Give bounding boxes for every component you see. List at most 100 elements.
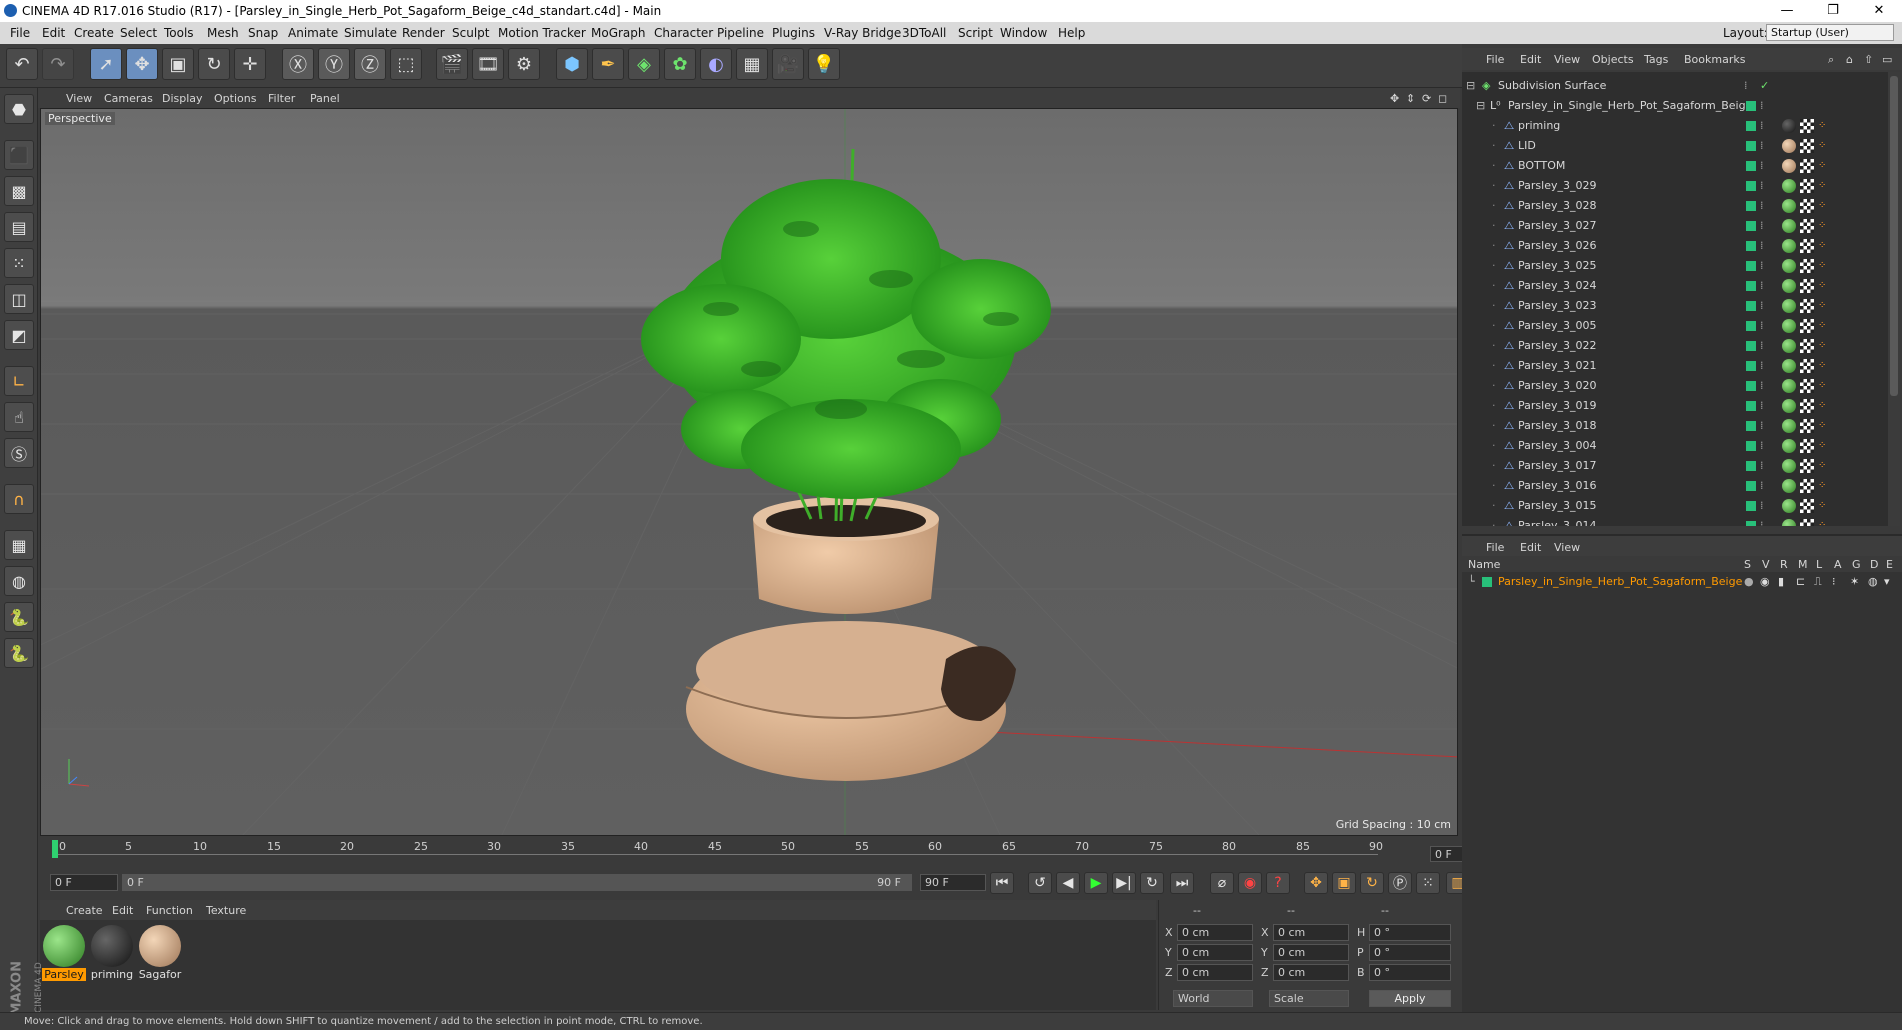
phong-tag-icon[interactable]: ⁘: [1818, 240, 1832, 252]
scrollbar-thumb[interactable]: [1890, 76, 1898, 396]
material-swatch[interactable]: Parsley: [42, 924, 86, 982]
object-row[interactable]: · ⧍ Parsley_3_021 ⁞ ⁘: [1462, 356, 1890, 376]
layer-color-swatch[interactable]: [1746, 421, 1756, 431]
visibility-icon[interactable]: ⁞: [1760, 239, 1764, 252]
key-parameter-icon[interactable]: Ⓟ: [1388, 872, 1412, 894]
menu-3dtoall[interactable]: 3DToAll: [902, 26, 946, 40]
layer-color-swatch[interactable]: [1746, 221, 1756, 231]
key-rotation-icon[interactable]: ↻: [1360, 872, 1384, 894]
object-row[interactable]: · ⧍ Parsley_3_026 ⁞ ⁘: [1462, 236, 1890, 256]
uvw-tag-icon[interactable]: [1800, 519, 1814, 526]
rotate-tool-icon[interactable]: ↻: [198, 48, 230, 80]
position-x-field[interactable]: 0 cm: [1177, 924, 1253, 941]
object-row[interactable]: · ⧍ Parsley_3_025 ⁞ ⁘: [1462, 256, 1890, 276]
layer-row[interactable]: └ Parsley_in_Single_Herb_Pot_Sagaform_Be…: [1462, 572, 1890, 592]
material-menu-texture[interactable]: Texture: [206, 904, 246, 917]
menu-file[interactable]: File: [10, 26, 30, 40]
object-row[interactable]: · ⧍ Parsley_3_027 ⁞ ⁘: [1462, 216, 1890, 236]
material-tag-icon[interactable]: [1782, 159, 1796, 173]
render-picture-viewer-icon[interactable]: 🎞: [472, 48, 504, 80]
snap-icon[interactable]: Ⓢ: [4, 438, 34, 468]
uvw-tag-icon[interactable]: [1800, 299, 1814, 313]
viewport-zoom-icon[interactable]: ⇕: [1406, 92, 1415, 105]
visibility-icon[interactable]: ⁞: [1760, 319, 1764, 332]
material-tag-icon[interactable]: [1782, 479, 1796, 493]
attribute-menu-edit[interactable]: Edit: [1520, 541, 1541, 554]
undo-icon[interactable]: ↶: [6, 48, 38, 80]
visibility-icon[interactable]: ⁞: [1760, 339, 1764, 352]
visibility-icon[interactable]: ⁞: [1760, 219, 1764, 232]
layer-generator-icon[interactable]: ✶: [1850, 575, 1859, 588]
uvw-tag-icon[interactable]: [1800, 479, 1814, 493]
menu-pipeline[interactable]: Pipeline: [717, 26, 764, 40]
visibility-icon[interactable]: ⁞: [1744, 79, 1748, 92]
menu-script[interactable]: Script: [958, 26, 993, 40]
layer-color-swatch[interactable]: [1746, 321, 1756, 331]
layout-select[interactable]: Startup (User): [1766, 24, 1894, 41]
material-swatch[interactable]: priming: [90, 924, 134, 982]
layer-solo-icon[interactable]: ●: [1744, 575, 1754, 588]
viewport-menu-view[interactable]: View: [66, 92, 92, 105]
uvw-tag-icon[interactable]: [1800, 419, 1814, 433]
subdivision-surface-icon[interactable]: ◈: [628, 48, 660, 80]
tweak-mode-icon[interactable]: ☝: [4, 402, 34, 432]
phong-tag-icon[interactable]: ⁘: [1818, 180, 1832, 192]
phong-tag-icon[interactable]: ⁘: [1818, 260, 1832, 272]
material-swatch[interactable]: Sagafor: [138, 924, 182, 982]
key-scale-icon[interactable]: ▣: [1332, 872, 1356, 894]
phong-tag-icon[interactable]: ⁘: [1818, 300, 1832, 312]
object-row[interactable]: · ⧍ priming ⁞ ⁘: [1462, 116, 1890, 136]
material-tag-icon[interactable]: [1782, 239, 1796, 253]
material-tag-icon[interactable]: [1782, 379, 1796, 393]
uvw-tag-icon[interactable]: [1800, 339, 1814, 353]
record-keys-icon[interactable]: ⌀: [1210, 872, 1234, 894]
object-row-group[interactable]: ⊟ L⁰ Parsley_in_Single_Herb_Pot_Sagaform…: [1462, 96, 1890, 116]
deformer-icon[interactable]: ◐: [700, 48, 732, 80]
texture-mode-icon[interactable]: ▩: [4, 176, 34, 206]
menu-sculpt[interactable]: Sculpt: [452, 26, 489, 40]
visibility-icon[interactable]: ⁞: [1760, 519, 1764, 526]
redo-icon[interactable]: ↷: [42, 48, 74, 80]
position-z-field[interactable]: 0 cm: [1177, 964, 1253, 981]
menu-edit[interactable]: Edit: [42, 26, 65, 40]
coordinate-mode-select[interactable]: Scale: [1269, 990, 1349, 1007]
visibility-icon[interactable]: ⁞: [1760, 399, 1764, 412]
uvw-tag-icon[interactable]: [1800, 319, 1814, 333]
timeline-ruler[interactable]: 0 5 10 15 20 25 30 35 40 45 50 55 60 65 …: [40, 838, 1494, 868]
menu-render[interactable]: Render: [402, 26, 445, 40]
layer-color-swatch[interactable]: [1746, 461, 1756, 471]
uvw-tag-icon[interactable]: [1800, 399, 1814, 413]
layer-color-swatch[interactable]: [1746, 341, 1756, 351]
material-tag-icon[interactable]: [1782, 299, 1796, 313]
uvw-tag-icon[interactable]: [1800, 199, 1814, 213]
material-tag-icon[interactable]: [1782, 519, 1796, 526]
visibility-icon[interactable]: ⁞: [1760, 159, 1764, 172]
coordinate-system-icon[interactable]: ⬚: [390, 48, 422, 80]
visibility-icon[interactable]: ⁞: [1760, 299, 1764, 312]
object-menu-tags[interactable]: Tags: [1644, 53, 1668, 66]
uvw-tag-icon[interactable]: [1800, 139, 1814, 153]
layer-color-swatch[interactable]: [1746, 101, 1756, 111]
timeline-playhead[interactable]: [52, 840, 58, 858]
array-mograph-icon[interactable]: ✿: [664, 48, 696, 80]
layer-render-icon[interactable]: ▮: [1778, 575, 1784, 588]
object-row[interactable]: · ⧍ Parsley_3_019 ⁞ ⁘: [1462, 396, 1890, 416]
visibility-icon[interactable]: ⁞: [1760, 379, 1764, 392]
object-row-root[interactable]: ⊟ ◈ Subdivision Surface ⁞ ✓: [1462, 76, 1890, 96]
material-tag-icon[interactable]: [1782, 219, 1796, 233]
object-home-icon[interactable]: ⌂: [1846, 53, 1853, 66]
object-up-icon[interactable]: ⇧: [1864, 53, 1873, 66]
phong-tag-icon[interactable]: ⁘: [1818, 440, 1832, 452]
layer-color-swatch[interactable]: [1746, 441, 1756, 451]
menu-mograph[interactable]: MoGraph: [591, 26, 646, 40]
layer-color-swatch[interactable]: [1746, 381, 1756, 391]
end-frame-field[interactable]: 90 F: [920, 874, 986, 891]
axis-mode-icon[interactable]: ∟: [4, 366, 34, 396]
pen-spline-icon[interactable]: ✒: [592, 48, 624, 80]
material-menu-edit[interactable]: Edit: [112, 904, 133, 917]
close-button[interactable]: ✕: [1856, 0, 1902, 22]
visibility-icon[interactable]: ⁞: [1760, 259, 1764, 272]
rotation-b-field[interactable]: 0 °: [1369, 964, 1451, 981]
menu-simulate[interactable]: Simulate: [344, 26, 397, 40]
object-row[interactable]: · ⧍ Parsley_3_014 ⁞ ⁘: [1462, 516, 1890, 526]
